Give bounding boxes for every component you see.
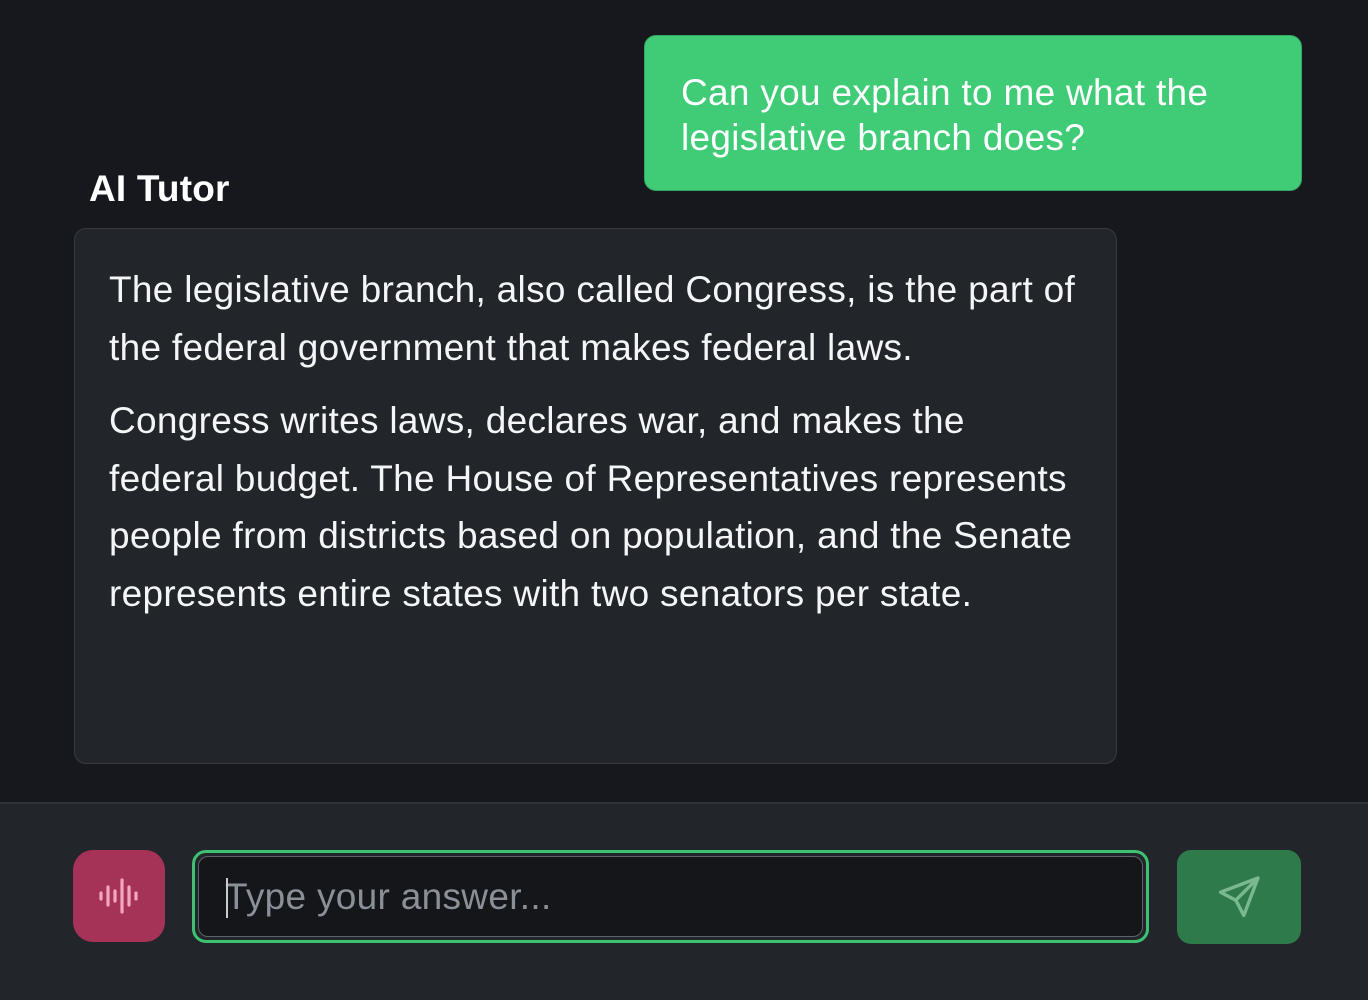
chat-transcript: Can you explain to me what the legislati… <box>0 0 1368 802</box>
message-composer <box>0 802 1368 1000</box>
answer-input-focus-ring <box>192 850 1149 943</box>
send-button[interactable] <box>1177 850 1301 944</box>
answer-input[interactable] <box>198 856 1143 937</box>
user-message-bubble: Can you explain to me what the legislati… <box>644 35 1302 191</box>
text-caret <box>226 878 228 918</box>
tutor-message-paragraph: The legislative branch, also called Cong… <box>109 269 1076 368</box>
voice-input-button[interactable] <box>73 850 165 942</box>
tutor-name-label: AI Tutor <box>89 168 230 209</box>
send-paper-plane-icon <box>1218 876 1260 918</box>
tutor-message-bubble: The legislative branch, also called Cong… <box>74 228 1117 764</box>
audio-waveform-icon <box>99 878 138 914</box>
tutor-message-paragraph: Congress writes laws, declares war, and … <box>109 400 1073 614</box>
tutor-chat-app: Can you explain to me what the legislati… <box>0 0 1368 1000</box>
